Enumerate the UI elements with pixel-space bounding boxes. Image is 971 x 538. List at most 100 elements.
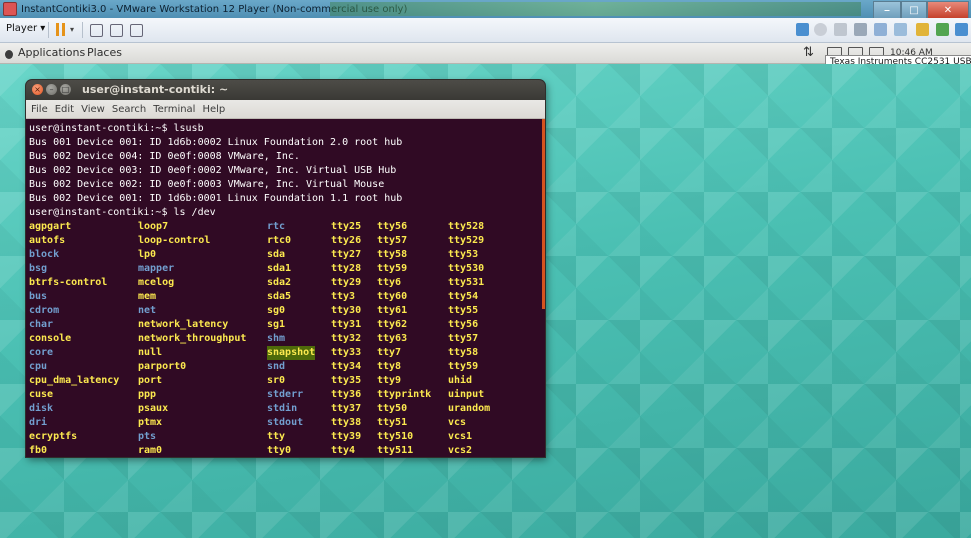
chevron-down-icon[interactable]: ▾ bbox=[70, 25, 74, 34]
dev-entry: psaux bbox=[138, 403, 169, 414]
dev-entry: tty56 bbox=[448, 319, 479, 330]
dev-entry: tty26 bbox=[331, 235, 362, 246]
fit-guest-icon[interactable] bbox=[110, 24, 123, 37]
printer-icon[interactable] bbox=[854, 23, 867, 36]
dev-entry: ptmx bbox=[138, 417, 163, 428]
dev-entry: snapshot bbox=[267, 346, 316, 360]
dev-entry: dri bbox=[29, 417, 48, 428]
dev-entry: stderr bbox=[267, 389, 304, 400]
player-menu-label: Player bbox=[6, 23, 38, 34]
dev-row: ecryptfs pts tty tty39 tty510 vcs1 bbox=[29, 430, 545, 444]
dev-entry: tty55 bbox=[448, 305, 479, 316]
dev-entry: tty28 bbox=[331, 263, 362, 274]
dev-listing: agpgart loop7 rtc tty25 tty56 tty528 autofs loo… bbox=[29, 220, 545, 457]
places-menu[interactable]: Places bbox=[87, 46, 122, 59]
menu-help[interactable]: Help bbox=[202, 104, 225, 115]
dev-entry: vcs1 bbox=[448, 431, 473, 442]
menu-terminal[interactable]: Terminal bbox=[153, 104, 195, 115]
dev-entry: tty63 bbox=[377, 333, 408, 344]
dev-entry: tty39 bbox=[331, 431, 362, 442]
dev-entry: btrfs-control bbox=[29, 277, 108, 288]
dev-entry: network_throughput bbox=[138, 333, 247, 344]
dev-entry: rtc0 bbox=[267, 235, 292, 246]
dev-entry: tty60 bbox=[377, 291, 408, 302]
dev-row: char network_latency sg1 tty31 tty62 tty56 bbox=[29, 318, 545, 332]
dev-entry: cpu bbox=[29, 361, 48, 372]
vmware-app-icon bbox=[3, 2, 17, 16]
dev-entry: null bbox=[138, 347, 163, 358]
dev-row: bus mem sda5 tty3 tty60 tty54 bbox=[29, 290, 545, 304]
toolbar-separator bbox=[82, 22, 83, 38]
dev-row: cdrom net sg0 tty30 tty61 tty55 bbox=[29, 304, 545, 318]
message-icon[interactable] bbox=[936, 23, 949, 36]
dev-entry: mem bbox=[138, 291, 157, 302]
dev-entry: autofs bbox=[29, 235, 66, 246]
terminal-scrollbar[interactable] bbox=[542, 119, 545, 309]
dev-row: disk psaux stdin tty37 tty50 urandom bbox=[29, 402, 545, 416]
dev-entry: pts bbox=[138, 431, 157, 442]
dev-entry: tty38 bbox=[331, 417, 362, 428]
dev-entry: sr0 bbox=[267, 375, 286, 386]
dev-entry: core bbox=[29, 347, 54, 358]
minimize-button[interactable]: ⎯ bbox=[873, 1, 901, 18]
dev-entry: tty0 bbox=[267, 445, 292, 456]
menu-search[interactable]: Search bbox=[112, 104, 146, 115]
dev-entry: parport0 bbox=[138, 361, 187, 372]
maximize-button[interactable]: □ bbox=[901, 1, 927, 18]
dev-entry: vcs2 bbox=[448, 445, 473, 456]
pause-icon[interactable] bbox=[56, 23, 66, 37]
dev-entry: console bbox=[29, 333, 72, 344]
display-icon[interactable] bbox=[955, 23, 968, 36]
send-ctrl-alt-del-icon[interactable] bbox=[90, 24, 103, 37]
dev-entry: mcelog bbox=[138, 277, 175, 288]
menu-view[interactable]: View bbox=[81, 104, 105, 115]
network-updown-icon[interactable]: ⇅ bbox=[803, 46, 821, 60]
floppy-icon[interactable] bbox=[834, 23, 847, 36]
dev-entry: tty50 bbox=[377, 403, 408, 414]
dev-entry: vcs bbox=[448, 417, 467, 428]
dev-entry: sg1 bbox=[267, 319, 286, 330]
dev-entry: tty59 bbox=[448, 361, 479, 372]
vmware-titlebar: InstantContiki3.0 - VMware Workstation 1… bbox=[0, 0, 971, 18]
dev-row: bsg mapper sda1 tty28 tty59 tty530 bbox=[29, 262, 545, 276]
dev-entry: block bbox=[29, 249, 60, 260]
dev-entry: tty56 bbox=[377, 221, 408, 232]
terminal-line: user@instant-contiki:~$ ls /dev bbox=[29, 207, 216, 218]
dev-entry: uinput bbox=[448, 389, 485, 400]
cd-drive-icon[interactable] bbox=[814, 23, 827, 36]
terminal-window: × – □ user@instant-contiki: ~ File Edit … bbox=[26, 80, 545, 457]
gnome-foot-icon bbox=[4, 47, 14, 59]
applications-menu[interactable]: Applications bbox=[4, 46, 85, 59]
dev-entry: tty35 bbox=[331, 375, 362, 386]
dev-entry: cdrom bbox=[29, 305, 60, 316]
menu-file[interactable]: File bbox=[31, 104, 48, 115]
menu-edit[interactable]: Edit bbox=[55, 104, 74, 115]
terminal-output[interactable]: user@instant-contiki:~$ lsusb Bus 001 De… bbox=[26, 119, 545, 457]
terminal-close-icon[interactable]: × bbox=[32, 84, 43, 95]
dev-entry: tty34 bbox=[331, 361, 362, 372]
sound-card-icon[interactable] bbox=[894, 23, 907, 36]
dev-entry: tty51 bbox=[377, 417, 408, 428]
applications-label: Applications bbox=[18, 46, 86, 59]
terminal-maximize-icon[interactable]: □ bbox=[60, 84, 71, 95]
dev-entry: char bbox=[29, 319, 54, 330]
dev-entry: fb0 bbox=[29, 445, 48, 456]
network-adapter-icon[interactable] bbox=[796, 23, 809, 36]
usb-controller-icon[interactable] bbox=[916, 23, 929, 36]
player-menu[interactable]: Player ▾ bbox=[6, 23, 45, 34]
terminal-minimize-icon[interactable]: – bbox=[46, 84, 57, 95]
dev-entry: agpgart bbox=[29, 221, 72, 232]
dev-row: cpu parport0 snd tty34 tty8 tty59 bbox=[29, 360, 545, 374]
usb-device-icon[interactable] bbox=[874, 23, 887, 36]
close-button[interactable]: ✕ bbox=[927, 1, 969, 18]
dev-entry: tty32 bbox=[331, 333, 362, 344]
window-controls: ⎯ □ ✕ bbox=[873, 1, 969, 18]
dev-entry: sda2 bbox=[267, 277, 292, 288]
dev-entry: ttyprintk bbox=[377, 389, 432, 400]
terminal-titlebar[interactable]: × – □ user@instant-contiki: ~ bbox=[26, 80, 545, 100]
terminal-line: Bus 002 Device 004: ID 0e0f:0008 VMware,… bbox=[29, 151, 300, 162]
dev-entry: sg0 bbox=[267, 305, 286, 316]
dev-entry: uhid bbox=[448, 375, 473, 386]
dev-entry: tty bbox=[267, 431, 286, 442]
unity-icon[interactable] bbox=[130, 24, 143, 37]
